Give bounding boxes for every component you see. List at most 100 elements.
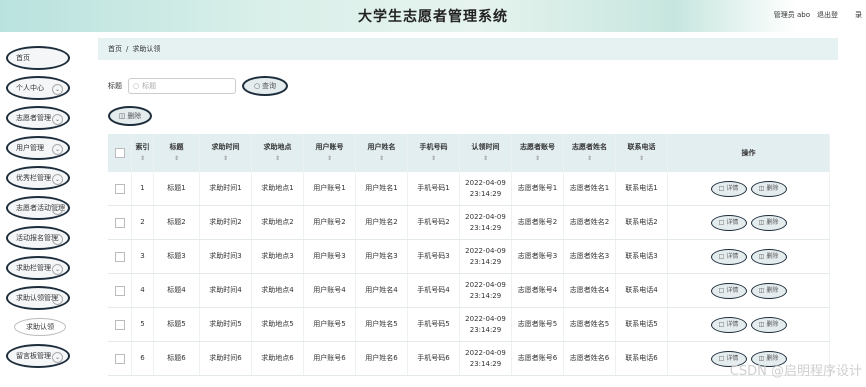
column-header-label: 手机号码 <box>419 143 448 151</box>
table-header: 索引 ⇕ 标题 ⇕ 求助时间 ⇕ 求助地点 ⇕ 用户账号 ⇕ 用户姓名 ⇕ 手机号码 ⇕ 认领时间 ⇕ 志愿者账… <box>108 134 830 172</box>
sidebar-item[interactable]: 志愿者活动管理 ⌄ <box>6 196 70 220</box>
sort-icon[interactable]: ⇕ <box>174 153 179 164</box>
detail-button[interactable]: □ 详情 <box>710 214 747 231</box>
table-cell: 求助地点3 <box>252 240 304 273</box>
table-cell: 用户账号2 <box>304 206 356 239</box>
breadcrumb-separator: / <box>126 45 129 53</box>
table-cell: 联系电话4 <box>616 274 668 307</box>
cell-value: 联系电话6 <box>625 354 658 362</box>
sidebar-item[interactable]: 首页 <box>6 46 70 70</box>
search-label: 标题 <box>108 82 122 90</box>
batch-delete-button[interactable]: ◫ 删除 <box>108 106 152 126</box>
row-checkbox[interactable] <box>108 172 132 205</box>
column-header[interactable]: 求助时间 ⇕ <box>200 134 252 172</box>
cell-value: 求助地点4 <box>261 286 294 294</box>
delete-button[interactable]: ◫ 删除 <box>750 316 787 333</box>
table-row: 5 标题5 求助时间5 求助地点5 用户账号5 用户姓名5 手机号码5 2022-04-09 2… <box>108 308 830 342</box>
row-checkbox[interactable] <box>108 206 132 239</box>
table-cell: 志愿者账号6 <box>512 342 564 375</box>
table-cell: 用户姓名5 <box>356 308 408 341</box>
sidebar-subitem[interactable]: 求助认领 <box>14 318 66 336</box>
table-cell: 用户姓名3 <box>356 240 408 273</box>
sidebar-item[interactable]: 求助栏管理 ⌄ <box>6 256 70 280</box>
delete-button[interactable]: ◫ 删除 <box>750 248 787 265</box>
column-header[interactable]: 标题 ⇕ <box>154 134 200 172</box>
search-input[interactable]: ○ 标题 <box>128 78 236 94</box>
logout-link-tail[interactable]: 录 <box>855 10 862 20</box>
table-cell: 求助地点2 <box>252 206 304 239</box>
sidebar-item[interactable]: 求助认领管理 ⌄ <box>6 286 70 310</box>
sort-icon[interactable]: ⇕ <box>223 153 228 164</box>
column-header[interactable]: 索引 ⇕ <box>132 134 154 172</box>
detail-button[interactable]: □ 详情 <box>710 282 747 299</box>
sidebar-item-label: 留言板管理 <box>16 352 51 360</box>
row-checkbox[interactable] <box>108 274 132 307</box>
cell-value: 志愿者账号2 <box>517 218 558 226</box>
cell-value: 用户姓名1 <box>365 184 398 192</box>
sort-icon[interactable]: ⇕ <box>140 153 145 164</box>
sidebar-item[interactable]: 活动报名管理 ⌄ <box>6 226 70 250</box>
detail-button[interactable]: □ 详情 <box>710 248 747 265</box>
sort-icon[interactable]: ⇕ <box>587 153 592 164</box>
sort-icon[interactable]: ⇕ <box>483 153 488 164</box>
column-header[interactable]: 志愿者账号 ⇕ <box>512 134 564 172</box>
cell-value: 1 <box>140 184 145 192</box>
breadcrumb-current: 求助认领 <box>132 45 161 53</box>
sort-icon[interactable]: ⇕ <box>275 153 280 164</box>
query-button[interactable]: ○ 查询 <box>242 76 288 96</box>
sort-icon[interactable]: ⇕ <box>639 153 644 164</box>
sidebar-item[interactable]: 个人中心 ⌄ <box>6 76 70 100</box>
document-icon: □ <box>718 287 725 294</box>
table-cell: 2022-04-09 23:14:29 <box>460 342 512 375</box>
cell-value: 联系电话4 <box>625 286 658 294</box>
cell-value: 标题6 <box>167 354 186 362</box>
breadcrumb-home[interactable]: 首页 <box>108 44 122 54</box>
table-cell: 联系电话2 <box>616 206 668 239</box>
sort-icon[interactable]: ⇕ <box>431 153 436 164</box>
column-header[interactable]: 用户姓名 ⇕ <box>356 134 408 172</box>
claim-date: 2022-04-09 <box>465 178 506 187</box>
column-header[interactable]: 认领时间 ⇕ <box>460 134 512 172</box>
column-header[interactable]: 用户账号 ⇕ <box>304 134 356 172</box>
cell-value: 手机号码5 <box>417 320 450 328</box>
row-checkbox[interactable] <box>108 240 132 273</box>
column-header[interactable]: 求助地点 ⇕ <box>252 134 304 172</box>
trash-icon: ◫ <box>758 219 765 226</box>
row-checkbox[interactable] <box>108 342 132 375</box>
table-cell: 用户账号6 <box>304 342 356 375</box>
sidebar-item[interactable]: 志愿者管理 ⌄ <box>6 106 70 130</box>
detail-button[interactable]: □ 详情 <box>710 180 747 197</box>
cell-value: 标题3 <box>167 252 186 260</box>
sidebar-item[interactable]: 优秀栏管理 ⌄ <box>6 166 70 190</box>
sidebar-item-label: 志愿者管理 <box>16 114 51 122</box>
logout-link[interactable]: 退出登 <box>817 10 838 20</box>
sidebar-item-label: 优秀栏管理 <box>16 174 51 182</box>
delete-button[interactable]: ◫ 删除 <box>750 214 787 231</box>
cell-value: 手机号码6 <box>417 354 450 362</box>
checkbox-box <box>114 251 125 262</box>
delete-button[interactable]: ◫ 删除 <box>750 180 787 197</box>
cell-value: 求助时间2 <box>209 218 242 226</box>
document-icon: □ <box>718 219 725 226</box>
sidebar-item[interactable]: 用户管理 ⌄ <box>6 136 70 160</box>
sort-icon[interactable]: ⇕ <box>379 153 384 164</box>
delete-button[interactable]: ◫ 删除 <box>750 282 787 299</box>
row-checkbox[interactable] <box>108 308 132 341</box>
table-cell: 1 <box>132 172 154 205</box>
column-header[interactable]: 手机号码 ⇕ <box>408 134 460 172</box>
column-header[interactable]: 联系电话 ⇕ <box>616 134 668 172</box>
sort-icon[interactable]: ⇕ <box>535 153 540 164</box>
search-placeholder: 标题 <box>142 82 157 90</box>
cell-value: 2 <box>140 218 145 226</box>
cell-value: 标题2 <box>167 218 186 226</box>
cell-value: 3 <box>140 252 145 260</box>
checkbox-box <box>114 183 125 194</box>
column-header[interactable]: 志愿者姓名 ⇕ <box>564 134 616 172</box>
cell-value: 志愿者姓名1 <box>569 184 610 192</box>
column-header-label: 联系电话 <box>627 143 656 151</box>
detail-button-label: 详情 <box>726 219 739 226</box>
sort-icon[interactable]: ⇕ <box>327 153 332 164</box>
detail-button[interactable]: □ 详情 <box>710 316 747 333</box>
sidebar-item[interactable]: 留言板管理 ⌄ <box>6 344 70 368</box>
select-all-checkbox[interactable] <box>108 134 132 172</box>
